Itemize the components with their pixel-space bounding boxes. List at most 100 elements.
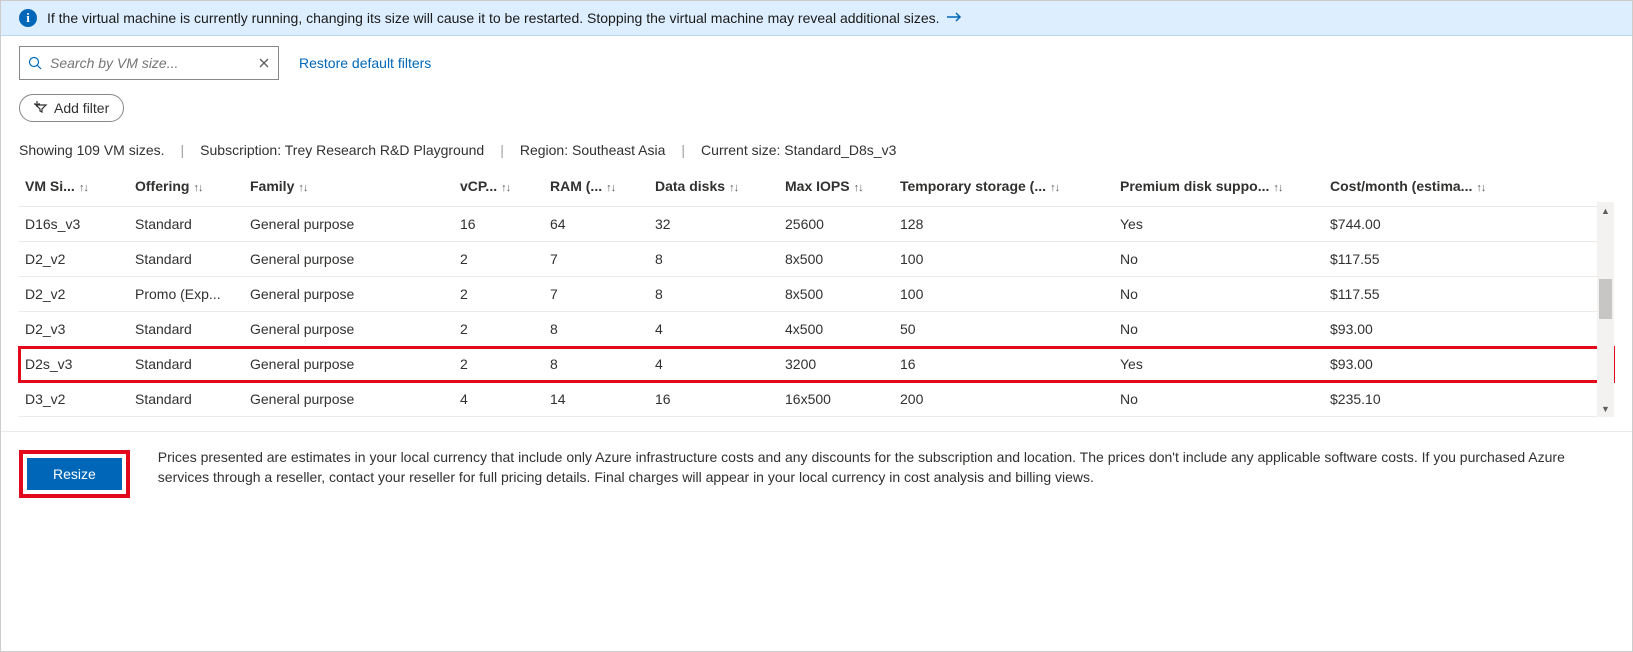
column-header[interactable]: VM Si... ↑↓ (19, 168, 129, 207)
table-cell: $117.55 (1324, 242, 1614, 277)
info-link-arrow[interactable] (947, 11, 963, 23)
add-filter-button[interactable]: Add filter (19, 94, 124, 122)
table-cell: General purpose (244, 207, 454, 242)
column-header[interactable]: Max IOPS ↑↓ (779, 168, 894, 207)
table-cell: 14 (544, 382, 649, 417)
table-cell: 100 (894, 242, 1114, 277)
pricing-disclaimer: Prices presented are estimates in your l… (158, 448, 1614, 487)
table-cell: 2 (454, 242, 544, 277)
table-cell: 8x500 (779, 242, 894, 277)
table-cell: 16 (894, 347, 1114, 382)
info-text: If the virtual machine is currently runn… (47, 10, 940, 26)
column-label: Cost/month (estima... (1330, 178, 1472, 194)
table-cell: $744.00 (1324, 207, 1614, 242)
table-cell: 7 (544, 242, 649, 277)
scroll-thumb[interactable] (1599, 279, 1612, 319)
table-cell: 8 (649, 277, 779, 312)
table-cell: General purpose (244, 277, 454, 312)
column-header[interactable]: RAM (... ↑↓ (544, 168, 649, 207)
resize-button[interactable]: Resize (27, 458, 122, 490)
table-cell: 8 (649, 242, 779, 277)
table-cell: 128 (894, 207, 1114, 242)
column-header[interactable]: Cost/month (estima... ↑↓ (1324, 168, 1614, 207)
sort-icon[interactable]: ↑↓ (1048, 182, 1059, 194)
table-cell: 16 (454, 207, 544, 242)
table-cell: 2 (454, 347, 544, 382)
current-size-label: Current size: (701, 142, 780, 158)
column-header[interactable]: Offering ↑↓ (129, 168, 244, 207)
table-cell: No (1114, 277, 1324, 312)
sort-icon[interactable]: ↑↓ (1474, 182, 1485, 194)
column-header[interactable]: vCP... ↑↓ (454, 168, 544, 207)
table-cell: D16s_v3 (19, 207, 129, 242)
separator: | (681, 142, 685, 158)
sort-icon[interactable]: ↑↓ (191, 182, 202, 194)
table-row[interactable]: D2_v2Promo (Exp...General purpose2788x50… (19, 277, 1614, 312)
table-cell: $93.00 (1324, 347, 1614, 382)
table-row[interactable]: D16s_v3StandardGeneral purpose1664322560… (19, 207, 1614, 242)
scroll-up-icon[interactable]: ▲ (1597, 202, 1614, 219)
table-cell: 3200 (779, 347, 894, 382)
column-label: vCP... (460, 178, 497, 194)
column-header[interactable]: Family ↑↓ (244, 168, 454, 207)
table-cell: Promo (Exp... (129, 277, 244, 312)
sort-icon[interactable]: ↑↓ (727, 182, 738, 194)
table-cell: 16x500 (779, 382, 894, 417)
table-cell: 16 (649, 382, 779, 417)
table-cell: General purpose (244, 382, 454, 417)
table-cell: General purpose (244, 242, 454, 277)
result-summary: Showing 109 VM sizes. | Subscription: Tr… (19, 142, 1614, 158)
column-label: Premium disk suppo... (1120, 178, 1269, 194)
search-input-wrap[interactable] (19, 46, 279, 80)
table-cell: 50 (894, 312, 1114, 347)
table-cell: $235.10 (1324, 382, 1614, 417)
sort-icon[interactable]: ↑↓ (296, 182, 307, 194)
column-header[interactable]: Data disks ↑↓ (649, 168, 779, 207)
table-cell: General purpose (244, 312, 454, 347)
vm-size-table: VM Si... ↑↓Offering ↑↓Family ↑↓vCP... ↑↓… (19, 168, 1614, 417)
table-cell: D2_v2 (19, 242, 129, 277)
search-input[interactable] (48, 54, 258, 72)
column-header[interactable]: Premium disk suppo... ↑↓ (1114, 168, 1324, 207)
table-cell: 8 (544, 347, 649, 382)
table-cell: 2 (454, 277, 544, 312)
sort-icon[interactable]: ↑↓ (1271, 182, 1282, 194)
sort-icon[interactable]: ↑↓ (604, 182, 615, 194)
table-cell: No (1114, 382, 1324, 417)
table-cell: 32 (649, 207, 779, 242)
column-label: Temporary storage (... (900, 178, 1046, 194)
subscription-value: Trey Research R&D Playground (285, 142, 484, 158)
column-label: RAM (... (550, 178, 602, 194)
table-cell: 8x500 (779, 277, 894, 312)
table-cell: Standard (129, 207, 244, 242)
table-row[interactable]: D2s_v3StandardGeneral purpose284320016Ye… (19, 347, 1614, 382)
sort-icon[interactable]: ↑↓ (499, 182, 510, 194)
table-cell: 7 (544, 277, 649, 312)
table-cell: General purpose (244, 347, 454, 382)
clear-icon[interactable] (258, 57, 270, 69)
sort-icon[interactable]: ↑↓ (77, 182, 88, 194)
table-cell: 2 (454, 312, 544, 347)
column-label: Family (250, 178, 294, 194)
column-header[interactable]: Temporary storage (... ↑↓ (894, 168, 1114, 207)
scroll-down-icon[interactable]: ▼ (1597, 400, 1614, 417)
subscription-label: Subscription: (200, 142, 281, 158)
table-row[interactable]: D2_v2StandardGeneral purpose2788x500100N… (19, 242, 1614, 277)
table-row[interactable]: D3_v2StandardGeneral purpose4141616x5002… (19, 382, 1614, 417)
table-cell: 4x500 (779, 312, 894, 347)
table-cell: 4 (649, 347, 779, 382)
count-text: Showing 109 VM sizes. (19, 142, 165, 158)
table-scrollbar[interactable]: ▲ ▼ (1597, 202, 1614, 417)
info-banner: i If the virtual machine is currently ru… (1, 1, 1632, 36)
table-cell: 4 (454, 382, 544, 417)
table-row[interactable]: D2_v3StandardGeneral purpose2844x50050No… (19, 312, 1614, 347)
sort-icon[interactable]: ↑↓ (852, 182, 863, 194)
search-icon (28, 56, 42, 70)
column-label: Max IOPS (785, 178, 850, 194)
table-cell: 64 (544, 207, 649, 242)
table-cell: 4 (649, 312, 779, 347)
table-cell: $117.55 (1324, 277, 1614, 312)
table-cell: No (1114, 312, 1324, 347)
restore-filters-link[interactable]: Restore default filters (299, 55, 431, 71)
table-cell: $93.00 (1324, 312, 1614, 347)
